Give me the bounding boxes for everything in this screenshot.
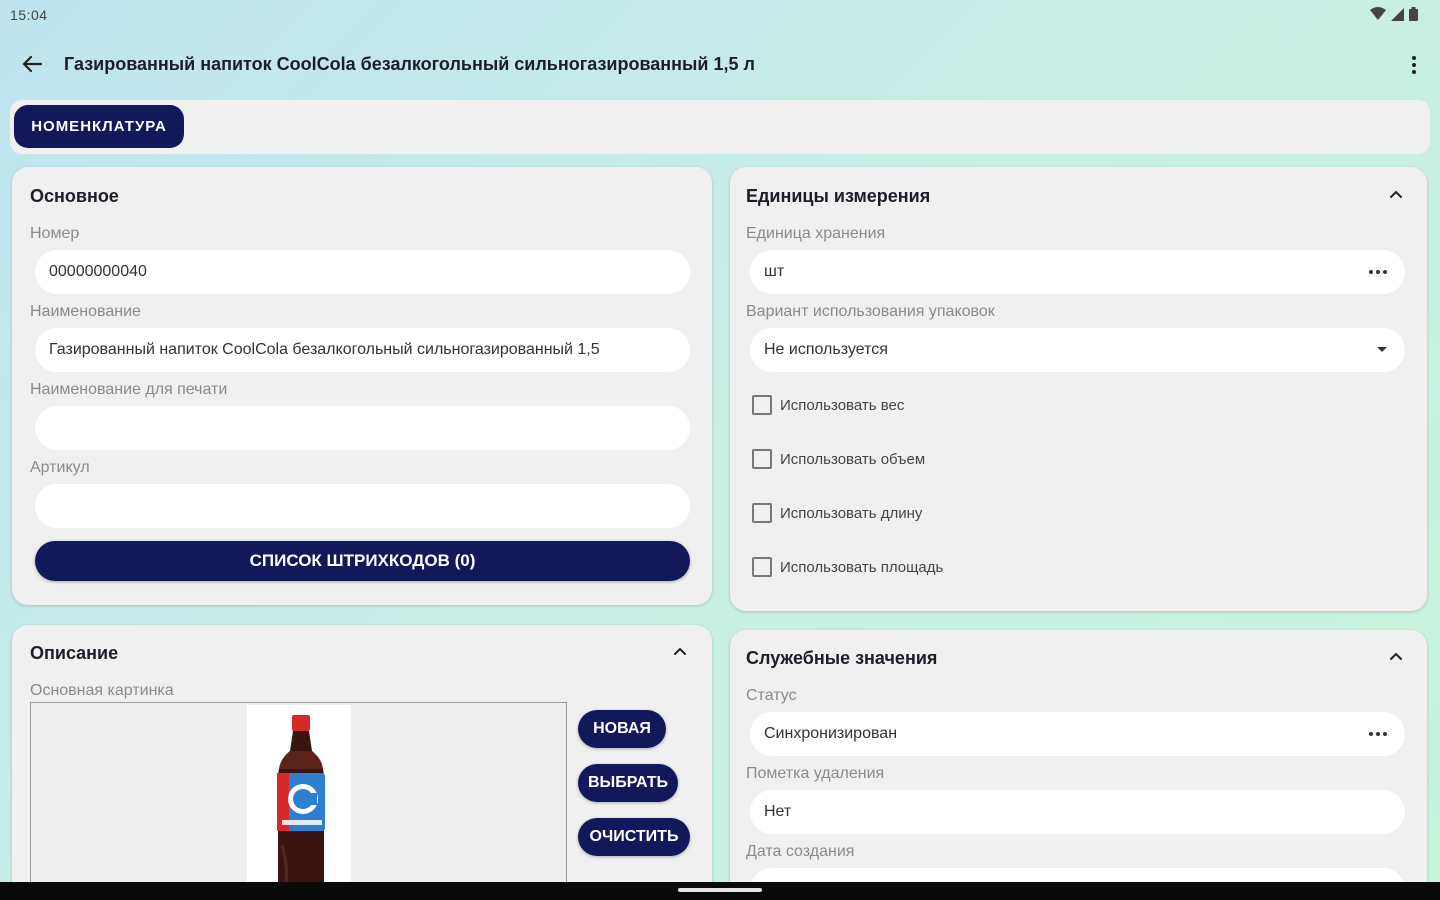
- storage-unit-label: Единица хранения: [746, 225, 886, 242]
- storage-unit-value: шт: [764, 263, 785, 280]
- checkbox-icon: [752, 449, 772, 469]
- checkbox-icon: [752, 503, 772, 523]
- collapse-service-icon[interactable]: [1385, 645, 1407, 667]
- collapse-units-icon[interactable]: [1385, 183, 1407, 205]
- more-horiz-icon: [1369, 270, 1373, 274]
- article-label: Артикул: [30, 459, 90, 476]
- number-label: Номер: [30, 225, 80, 242]
- deletion-mark-label: Пометка удаления: [746, 765, 885, 782]
- use-weight-label: Использовать вес: [780, 396, 905, 414]
- status-bar: 15:04: [0, 0, 1440, 28]
- page-title: Газированный напиток CoolCola безалкогол…: [64, 54, 755, 74]
- app-bar: Газированный напиток CoolCola безалкогол…: [0, 40, 1440, 90]
- battery-icon: [1409, 7, 1418, 21]
- status-label: Статус: [746, 687, 797, 704]
- status-time: 15:04: [10, 7, 48, 23]
- checkbox-icon: [752, 395, 772, 415]
- storage-unit-field[interactable]: шт: [750, 250, 1405, 294]
- packaging-value: Не используется: [764, 341, 888, 358]
- units-card: Единицы измерения Единица хранения шт Ва…: [730, 167, 1427, 611]
- back-button[interactable]: [18, 50, 46, 78]
- system-navigation-bar: [0, 882, 1440, 900]
- use-weight-checkbox[interactable]: Использовать вес: [752, 395, 904, 415]
- main-card: Основное Номер 00000000040 Наименование …: [12, 167, 712, 605]
- arrow-back-icon: [22, 55, 42, 73]
- more-horiz-icon: [1369, 732, 1373, 736]
- status-icons: [1370, 7, 1418, 21]
- use-length-label: Использовать длину: [780, 504, 923, 522]
- use-area-label: Использовать площадь: [780, 558, 944, 576]
- name-field[interactable]: Газированный напиток CoolCola безалкогол…: [35, 328, 690, 372]
- article-field[interactable]: [35, 484, 690, 528]
- service-card: Служебные значения Статус Синхронизирова…: [730, 630, 1427, 895]
- use-length-checkbox[interactable]: Использовать длину: [752, 503, 922, 523]
- use-area-checkbox[interactable]: Использовать площадь: [752, 557, 943, 577]
- tab-nomenclature[interactable]: НОМЕНКЛАТУРА: [14, 105, 184, 148]
- description-card-title: Описание: [30, 643, 119, 663]
- more-options-button[interactable]: [1404, 52, 1424, 78]
- status-field[interactable]: Синхронизирован: [750, 712, 1405, 756]
- description-card: Описание Основная картинка НОВАЯ ВЫБРАТЬ…: [12, 625, 712, 895]
- choose-image-button[interactable]: ВЫБРАТЬ: [578, 764, 678, 802]
- service-card-title: Служебные значения: [746, 648, 938, 668]
- print-name-field[interactable]: [35, 406, 690, 450]
- created-date-label: Дата создания: [746, 843, 855, 860]
- number-field[interactable]: 00000000040: [35, 250, 690, 294]
- product-bottle-image: [277, 715, 325, 890]
- collapse-description-icon[interactable]: [669, 640, 691, 662]
- name-label: Наименование: [30, 303, 141, 320]
- use-volume-checkbox[interactable]: Использовать объем: [752, 449, 925, 469]
- barcodes-list-button[interactable]: СПИСОК ШТРИХКОДОВ (0): [35, 541, 690, 581]
- dropdown-arrow-icon: [1377, 347, 1387, 352]
- packaging-label: Вариант использования упаковок: [746, 303, 995, 320]
- clear-image-button[interactable]: ОЧИСТИТЬ: [578, 818, 690, 856]
- wifi-icon: [1370, 7, 1386, 20]
- tabs-strip: НОМЕНКЛАТУРА: [10, 100, 1430, 154]
- status-more-button[interactable]: [1365, 724, 1391, 744]
- more-vert-icon: [1412, 56, 1416, 60]
- print-name-label: Наименование для печати: [30, 381, 228, 398]
- main-card-title: Основное: [30, 186, 119, 206]
- main-image-frame[interactable]: [30, 702, 567, 895]
- packaging-select[interactable]: Не используется: [750, 328, 1405, 372]
- main-image-label: Основная картинка: [30, 682, 174, 699]
- deletion-mark-field[interactable]: Нет: [750, 790, 1405, 834]
- new-image-button[interactable]: НОВАЯ: [578, 710, 666, 748]
- use-volume-label: Использовать объем: [780, 450, 926, 468]
- status-value: Синхронизирован: [764, 725, 898, 742]
- gesture-handle[interactable]: [678, 888, 762, 892]
- checkbox-icon: [752, 557, 772, 577]
- units-card-title: Единицы измерения: [746, 186, 931, 206]
- signal-icon: [1391, 7, 1404, 21]
- storage-unit-more-button[interactable]: [1365, 262, 1391, 282]
